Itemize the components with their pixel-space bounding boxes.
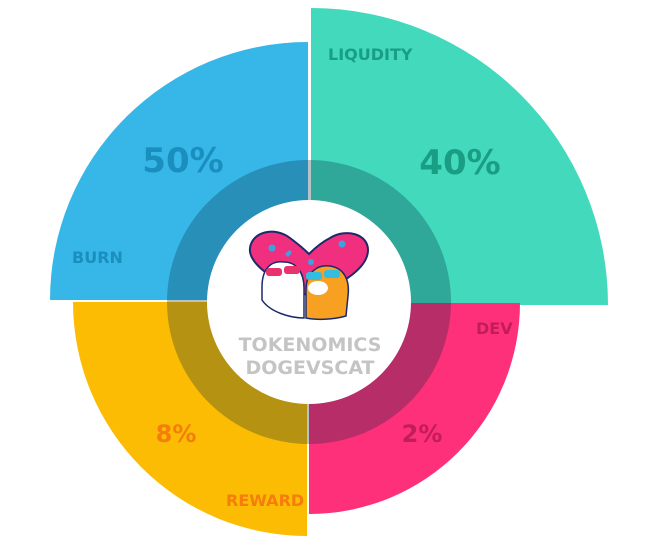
label-burn: BURN [72,248,123,267]
value-dev: 2% [402,420,443,448]
label-liqudity: LIQUDITY [328,45,413,64]
value-liqudity: 40% [419,143,500,183]
tokenomics-chart: TOKENOMICS DOGEVSCAT LIQUDITY 40% DEV 2%… [50,8,608,536]
value-reward: 8% [156,420,197,448]
center-title-line1: TOKENOMICS [239,334,382,356]
value-burn: 50% [142,141,223,181]
label-dev: DEV [476,319,513,338]
label-reward: REWARD [226,491,304,510]
center-title-line2: DOGEVSCAT [245,357,374,379]
